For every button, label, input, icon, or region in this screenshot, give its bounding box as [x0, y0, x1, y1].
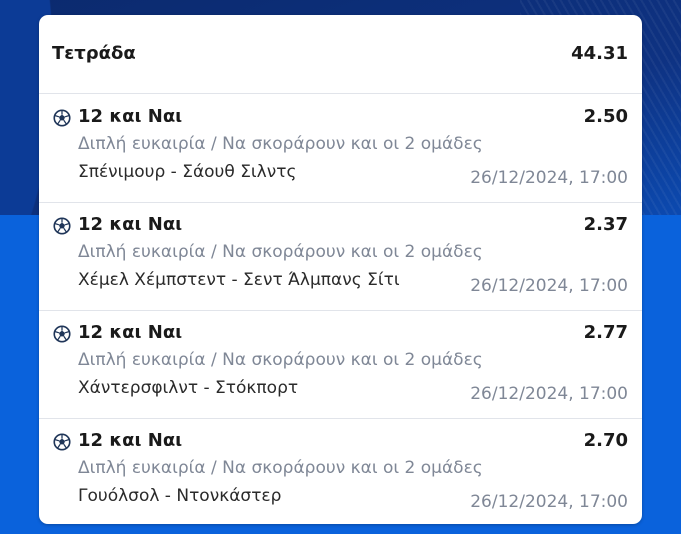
soccer-ball-icon	[53, 433, 71, 451]
selection-odds: 2.37	[583, 214, 628, 235]
bet-type-title: Τετράδα	[52, 43, 136, 64]
selection-row[interactable]: 12 και Ναι 2.77 Διπλή ευκαιρία / Να σκορ…	[39, 310, 642, 419]
soccer-ball-icon	[53, 109, 71, 127]
selection-odds: 2.70	[583, 430, 628, 451]
soccer-ball-icon	[53, 325, 71, 343]
selection-match: Γουόλσολ - Ντονκάστερ	[78, 486, 282, 506]
betslip-header[interactable]: Τετράδα 44.31	[39, 15, 642, 94]
selection-market: Διπλή ευκαιρία / Να σκοράρουν και οι 2 ο…	[78, 350, 483, 370]
betslip-card: Τετράδα 44.31 12 και Ναι 2.50 Διπλή ευκα…	[39, 15, 642, 524]
selection-pick: 12 και Ναι	[78, 106, 183, 127]
selection-market: Διπλή ευκαιρία / Να σκοράρουν και οι 2 ο…	[78, 458, 483, 478]
selection-pick: 12 και Ναι	[78, 214, 183, 235]
selection-pick: 12 και Ναι	[78, 430, 183, 451]
selection-row[interactable]: 12 και Ναι 2.37 Διπλή ευκαιρία / Να σκορ…	[39, 202, 642, 311]
selection-match: Σπένιμουρ - Σάουθ Σιλντς	[78, 162, 297, 182]
selection-datetime: 26/12/2024, 17:00	[470, 168, 628, 188]
selection-match: Χάντερσφιλντ - Στόκπορτ	[78, 378, 299, 398]
selection-row[interactable]: 12 και Ναι 2.70 Διπλή ευκαιρία / Να σκορ…	[39, 418, 642, 526]
selection-pick: 12 και Ναι	[78, 322, 183, 343]
total-odds: 44.31	[571, 43, 628, 64]
selection-odds: 2.50	[583, 106, 628, 127]
selection-odds: 2.77	[583, 322, 628, 343]
selection-market: Διπλή ευκαιρία / Να σκοράρουν και οι 2 ο…	[78, 242, 483, 262]
selection-datetime: 26/12/2024, 17:00	[470, 276, 628, 296]
soccer-ball-icon	[53, 217, 71, 235]
selection-row[interactable]: 12 και Ναι 2.50 Διπλή ευκαιρία / Να σκορ…	[39, 94, 642, 203]
selection-match: Χέμελ Χέμπστεντ - Σεντ Άλμπανς Σίτι	[78, 270, 400, 290]
selection-datetime: 26/12/2024, 17:00	[470, 384, 628, 404]
selection-datetime: 26/12/2024, 17:00	[470, 492, 628, 512]
selection-market: Διπλή ευκαιρία / Να σκοράρουν και οι 2 ο…	[78, 134, 483, 154]
